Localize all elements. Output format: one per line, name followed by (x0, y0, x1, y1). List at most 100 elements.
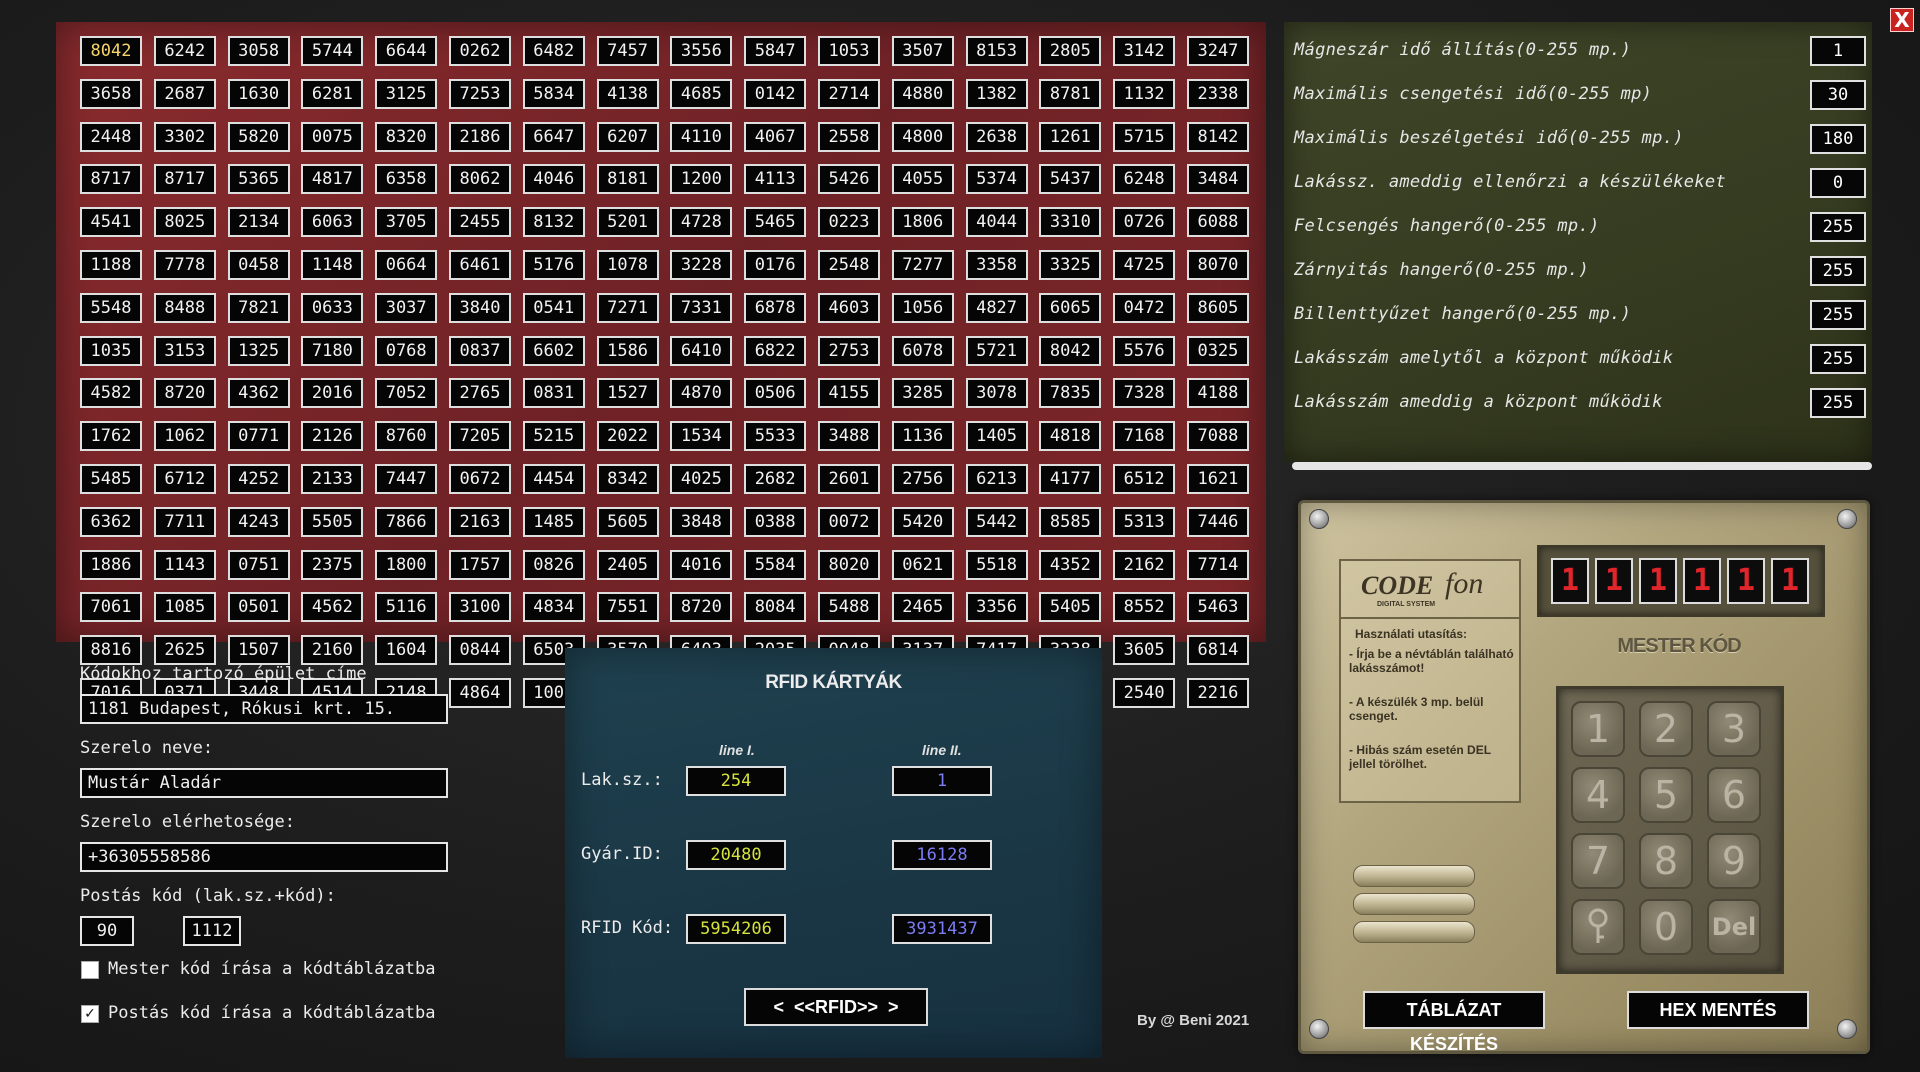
settings-scrollbar[interactable] (1292, 462, 1872, 470)
code-cell[interactable]: 0831 (522, 378, 585, 409)
code-cell[interactable]: 1143 (153, 549, 216, 580)
code-cell[interactable]: 7088 (1186, 421, 1249, 452)
code-cell[interactable]: 4827 (965, 292, 1028, 323)
code-cell[interactable]: 0458 (227, 249, 290, 280)
code-cell[interactable]: 7551 (596, 592, 659, 623)
code-cell[interactable]: 1261 (1039, 121, 1102, 152)
code-cell[interactable]: 2756 (891, 463, 954, 494)
code-cell[interactable]: 6482 (522, 36, 585, 66)
code-cell[interactable]: 1621 (1186, 463, 1249, 494)
code-cell[interactable]: 3605 (1113, 635, 1176, 666)
rfid-button[interactable]: < <<RFID>> > (744, 988, 928, 1026)
code-cell[interactable]: 8153 (965, 36, 1028, 66)
code-cell[interactable]: 1886 (80, 549, 142, 580)
code-cell[interactable]: 1136 (891, 421, 954, 452)
code-cell[interactable]: 2455 (448, 207, 511, 238)
code-cell[interactable]: 0142 (744, 78, 807, 109)
code-cell[interactable]: 3705 (375, 207, 438, 238)
code-cell[interactable]: 8070 (1186, 249, 1249, 280)
code-cell[interactable]: 0541 (522, 292, 585, 323)
code-cell[interactable]: 6078 (891, 335, 954, 366)
code-cell[interactable]: 6712 (153, 463, 216, 494)
code-cell[interactable]: 4834 (522, 592, 585, 623)
code-cell[interactable]: 4454 (522, 463, 585, 494)
code-cell[interactable]: 2133 (301, 463, 364, 494)
code-cell[interactable]: 6248 (1113, 164, 1176, 195)
code-cell[interactable]: 4800 (891, 121, 954, 152)
code-cell[interactable]: 5721 (965, 335, 1028, 366)
code-cell[interactable]: 6242 (153, 36, 216, 66)
code-cell[interactable]: 5505 (301, 506, 364, 537)
code-cell[interactable]: 4055 (891, 164, 954, 195)
code-cell[interactable]: 4025 (670, 463, 733, 494)
code-cell[interactable]: 0633 (301, 292, 364, 323)
keypad-key-8[interactable]: 8 (1639, 833, 1693, 889)
code-cell[interactable]: 3484 (1186, 164, 1249, 195)
code-cell[interactable]: 7277 (891, 249, 954, 280)
code-cell[interactable]: 5420 (891, 506, 954, 537)
code-cell[interactable]: 7866 (375, 506, 438, 537)
code-cell[interactable]: 3302 (153, 121, 216, 152)
code-cell[interactable]: 6362 (80, 506, 142, 537)
code-cell[interactable]: 0223 (817, 207, 880, 238)
code-cell[interactable]: 1188 (80, 249, 142, 280)
code-cell[interactable]: 1806 (891, 207, 954, 238)
code-cell[interactable]: 5847 (744, 36, 807, 66)
code-cell[interactable]: 7052 (375, 378, 438, 409)
code-cell[interactable]: 3310 (1039, 207, 1102, 238)
code-cell[interactable]: 1527 (596, 378, 659, 409)
address-input[interactable]: 1181 Budapest, Rókusi krt. 15. (80, 694, 448, 724)
setting-value-input[interactable]: 180 (1810, 124, 1866, 154)
hex-save-button[interactable]: HEX MENTÉS (1627, 991, 1809, 1029)
code-cell[interactable]: 2162 (1113, 549, 1176, 580)
code-cell[interactable]: 4352 (1039, 549, 1102, 580)
code-cell[interactable]: 3100 (448, 592, 511, 623)
code-cell[interactable]: 1405 (965, 421, 1028, 452)
code-cell[interactable]: 2540 (1113, 677, 1176, 708)
code-cell[interactable]: 6602 (522, 335, 585, 366)
code-cell[interactable]: 5465 (744, 207, 807, 238)
code-cell[interactable]: 4046 (522, 164, 585, 195)
code-cell[interactable]: 6878 (744, 292, 807, 323)
code-cell[interactable]: 5605 (596, 506, 659, 537)
keypad-key-0[interactable]: 0 (1639, 899, 1693, 955)
code-cell[interactable]: 1762 (80, 421, 142, 452)
code-cell[interactable]: 1056 (891, 292, 954, 323)
code-cell[interactable]: 0075 (301, 121, 364, 152)
code-cell[interactable]: 3488 (817, 421, 880, 452)
code-cell[interactable]: 0672 (448, 463, 511, 494)
code-cell[interactable]: 7447 (375, 463, 438, 494)
code-cell[interactable]: 8552 (1113, 592, 1176, 623)
code-cell[interactable]: 7168 (1113, 421, 1176, 452)
code-cell[interactable]: 1507 (227, 635, 290, 666)
keypad-key-4[interactable]: 4 (1571, 767, 1625, 823)
code-cell[interactable]: 0726 (1113, 207, 1176, 238)
code-cell[interactable]: 4110 (670, 121, 733, 152)
code-cell[interactable]: 0501 (227, 592, 290, 623)
code-cell[interactable]: 7778 (153, 249, 216, 280)
code-cell[interactable]: 3507 (891, 36, 954, 66)
code-cell[interactable]: 4067 (744, 121, 807, 152)
code-cell[interactable]: 2687 (153, 78, 216, 109)
code-cell[interactable]: 2465 (891, 592, 954, 623)
keypad-key-6[interactable]: 6 (1707, 767, 1761, 823)
code-cell[interactable]: 2134 (227, 207, 290, 238)
code-cell[interactable]: 2186 (448, 121, 511, 152)
keypad-key-5[interactable]: 5 (1639, 767, 1693, 823)
rfid-line1-factory-id-input[interactable]: 20480 (686, 840, 786, 870)
code-cell[interactable]: 8585 (1039, 506, 1102, 537)
setting-value-input[interactable]: 30 (1810, 80, 1866, 110)
code-cell[interactable]: 4562 (301, 592, 364, 623)
code-cell[interactable]: 8042 (80, 36, 142, 66)
keypad-key-2[interactable]: 2 (1639, 701, 1693, 757)
code-cell[interactable]: 5374 (965, 164, 1028, 195)
code-cell[interactable]: 3142 (1113, 36, 1176, 66)
code-cell[interactable]: 3285 (891, 378, 954, 409)
code-cell[interactable]: 5518 (965, 549, 1028, 580)
code-cell[interactable]: 2022 (596, 421, 659, 452)
code-cell[interactable]: 8720 (153, 378, 216, 409)
code-cell[interactable]: 1035 (80, 335, 142, 366)
code-cell[interactable]: 1132 (1113, 78, 1176, 109)
code-cell[interactable]: 4044 (965, 207, 1028, 238)
code-cell[interactable]: 2805 (1039, 36, 1102, 66)
